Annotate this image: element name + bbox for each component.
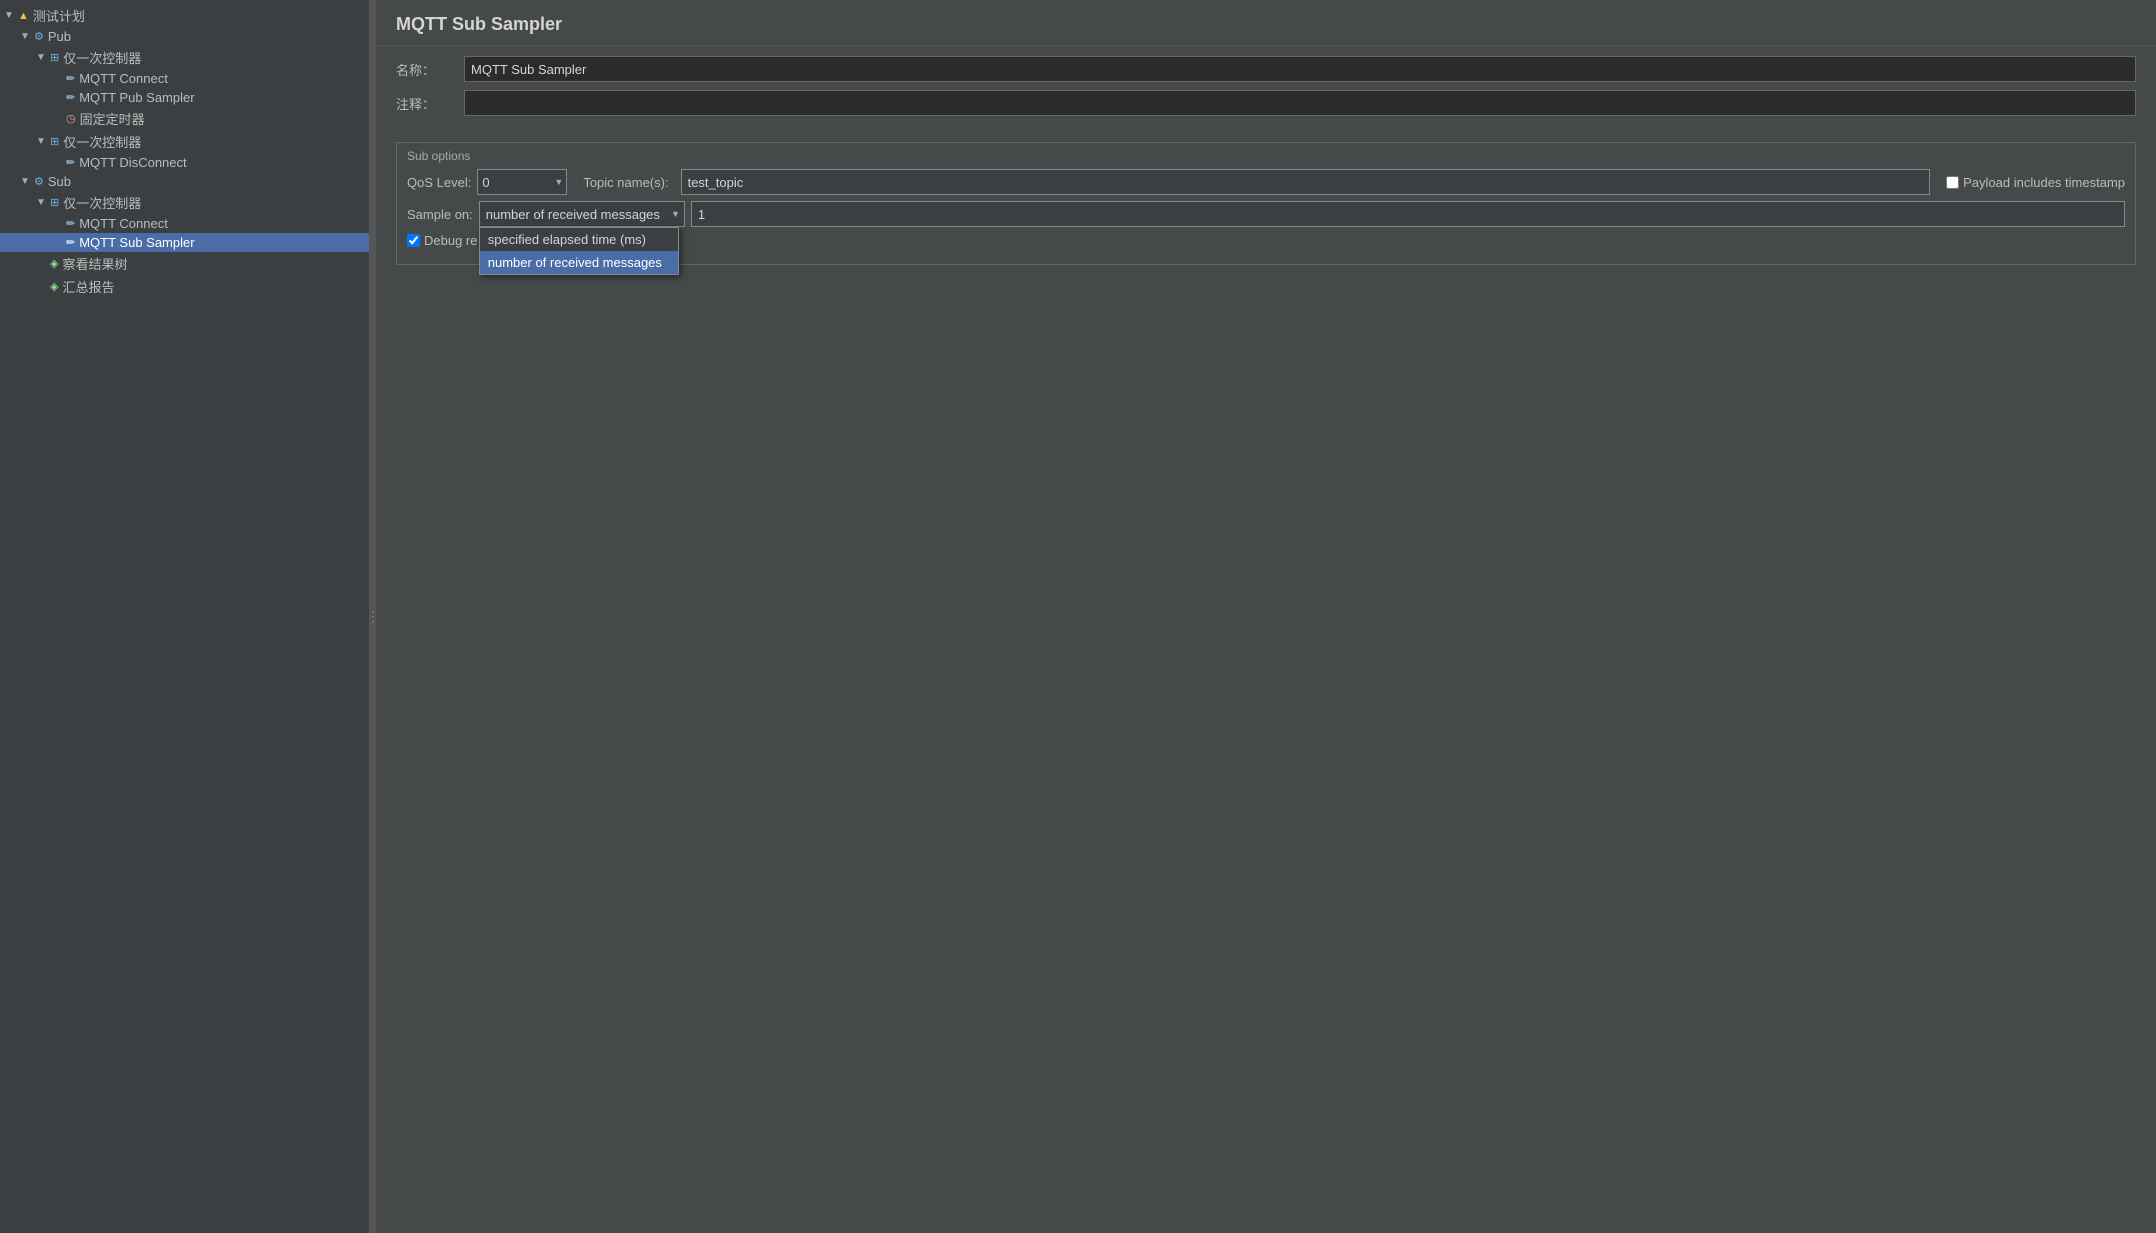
qos-select[interactable]: 0 1 2 bbox=[477, 169, 567, 195]
comment-row: 注释： bbox=[396, 90, 2136, 116]
sidebar-label-timer: 固定定时器 bbox=[80, 109, 145, 128]
qos-select-wrapper: 0 1 2 bbox=[477, 169, 567, 195]
sidebar-label-mqtt-sub-sampler: MQTT Sub Sampler bbox=[79, 235, 194, 250]
dropdown-item[interactable]: specified elapsed time (ms) bbox=[480, 228, 678, 251]
listener-icon: ◈ bbox=[50, 257, 58, 270]
sub-options-label: Sub options bbox=[407, 149, 2125, 163]
sidebar-label-sub-controller-1: 仅一次控制器 bbox=[63, 193, 141, 212]
pencil-icon: ✏ bbox=[66, 91, 75, 104]
topic-label: Topic name(s): bbox=[583, 175, 668, 190]
sample-value-input[interactable] bbox=[691, 201, 2125, 227]
sidebar-label-pub: Pub bbox=[48, 29, 71, 44]
controller-gear-icon: ⚙ bbox=[34, 30, 44, 43]
sidebar-item-sub[interactable]: ▼⚙ Sub bbox=[0, 172, 369, 191]
sidebar-label-pub-controller-1: 仅一次控制器 bbox=[63, 48, 141, 67]
sample-on-value: number of received messages bbox=[486, 207, 660, 222]
controller-gear-icon: ⚙ bbox=[34, 175, 44, 188]
sidebar-item-mqtt-disconnect[interactable]: ✏ MQTT DisConnect bbox=[0, 153, 369, 172]
name-row: 名称： bbox=[396, 56, 2136, 82]
debug-checkbox[interactable] bbox=[407, 234, 420, 247]
timer-icon: ◷ bbox=[66, 112, 76, 125]
sidebar-label-pub-controller-2: 仅一次控制器 bbox=[63, 132, 141, 151]
sub-options-section: Sub options QoS Level: 0 1 2 Topic name(… bbox=[396, 142, 2136, 265]
sample-dropdown-arrow-icon: ▼ bbox=[671, 209, 680, 219]
sample-on-dropdown: specified elapsed time (ms)number of rec… bbox=[479, 227, 679, 275]
debug-label: Debug re bbox=[424, 233, 477, 248]
qos-label: QoS Level: bbox=[407, 175, 471, 190]
sidebar-item-sub-controller-1[interactable]: ▼⊞ 仅一次控制器 bbox=[0, 191, 369, 214]
sidebar-item-mqtt-pub-sampler[interactable]: ✏ MQTT Pub Sampler bbox=[0, 88, 369, 107]
listener-icon: ◈ bbox=[50, 280, 58, 293]
sidebar-item-mqtt-sub-sampler[interactable]: ✏ MQTT Sub Sampler bbox=[0, 233, 369, 252]
comment-input[interactable] bbox=[464, 90, 2136, 116]
payload-timestamp-label: Payload includes timestamp bbox=[1946, 175, 2125, 190]
test-plan-icon: ▲ bbox=[18, 10, 29, 22]
sidebar-label-mqtt-disconnect: MQTT DisConnect bbox=[79, 155, 186, 170]
dropdown-item[interactable]: number of received messages bbox=[480, 251, 678, 274]
pencil-selected-icon: ✏ bbox=[66, 236, 75, 249]
sidebar-item-pub[interactable]: ▼⚙ Pub bbox=[0, 27, 369, 46]
qos-topic-row: QoS Level: 0 1 2 Topic name(s): Payload … bbox=[407, 169, 2125, 195]
tree-arrow-pub: ▼ bbox=[20, 31, 32, 42]
sidebar: ▼▲测试计划▼⚙Pub▼⊞仅一次控制器✏MQTT Connect✏MQTT Pu… bbox=[0, 0, 370, 1233]
tree-arrow-sub-controller-1: ▼ bbox=[36, 197, 48, 208]
sidebar-label-mqtt-connect-2: MQTT Connect bbox=[79, 216, 168, 231]
name-label: 名称： bbox=[396, 60, 456, 79]
sample-dropdown-wrapper: number of received messages ▼ specified … bbox=[479, 201, 685, 227]
tree-arrow-test-plan: ▼ bbox=[4, 10, 16, 21]
sidebar-item-pub-controller-1[interactable]: ▼⊞ 仅一次控制器 bbox=[0, 46, 369, 69]
payload-label: Payload includes timestamp bbox=[1963, 175, 2125, 190]
sidebar-label-sub: Sub bbox=[48, 174, 71, 189]
sidebar-item-listener-tree[interactable]: ◈ 察看结果树 bbox=[0, 252, 369, 275]
sidebar-label-mqtt-pub-sampler: MQTT Pub Sampler bbox=[79, 90, 194, 105]
sidebar-item-pub-controller-2[interactable]: ▼⊞ 仅一次控制器 bbox=[0, 130, 369, 153]
comment-label: 注释： bbox=[396, 94, 456, 113]
controller-icon: ⊞ bbox=[50, 51, 59, 64]
pencil-icon: ✏ bbox=[66, 72, 75, 85]
payload-checkbox[interactable] bbox=[1946, 176, 1959, 189]
panel-title: MQTT Sub Sampler bbox=[376, 0, 2156, 46]
sidebar-item-mqtt-connect-1[interactable]: ✏ MQTT Connect bbox=[0, 69, 369, 88]
topic-input[interactable] bbox=[681, 169, 1931, 195]
sidebar-label-listener-report: 汇总报告 bbox=[62, 277, 114, 296]
controller-icon: ⊞ bbox=[50, 135, 59, 148]
name-input[interactable] bbox=[464, 56, 2136, 82]
sidebar-item-mqtt-connect-2[interactable]: ✏ MQTT Connect bbox=[0, 214, 369, 233]
tree-arrow-pub-controller-2: ▼ bbox=[36, 136, 48, 147]
sidebar-label-test-plan: 测试计划 bbox=[33, 6, 85, 25]
sidebar-label-listener-tree: 察看结果树 bbox=[62, 254, 127, 273]
sidebar-item-timer[interactable]: ◷ 固定定时器 bbox=[0, 107, 369, 130]
sample-on-row: Sample on: number of received messages ▼… bbox=[407, 201, 2125, 227]
sample-on-label: Sample on: bbox=[407, 207, 473, 222]
sidebar-item-listener-report[interactable]: ◈ 汇总报告 bbox=[0, 275, 369, 298]
sample-on-button[interactable]: number of received messages ▼ bbox=[479, 201, 685, 227]
pencil-icon: ✏ bbox=[66, 217, 75, 230]
sidebar-item-test-plan[interactable]: ▼▲ 测试计划 bbox=[0, 4, 369, 27]
main-panel: MQTT Sub Sampler 名称： 注释： Sub options QoS… bbox=[376, 0, 2156, 1233]
tree-arrow-sub: ▼ bbox=[20, 176, 32, 187]
tree-arrow-pub-controller-1: ▼ bbox=[36, 52, 48, 63]
controller-icon: ⊞ bbox=[50, 196, 59, 209]
pencil-icon: ✏ bbox=[66, 156, 75, 169]
sidebar-label-mqtt-connect-1: MQTT Connect bbox=[79, 71, 168, 86]
